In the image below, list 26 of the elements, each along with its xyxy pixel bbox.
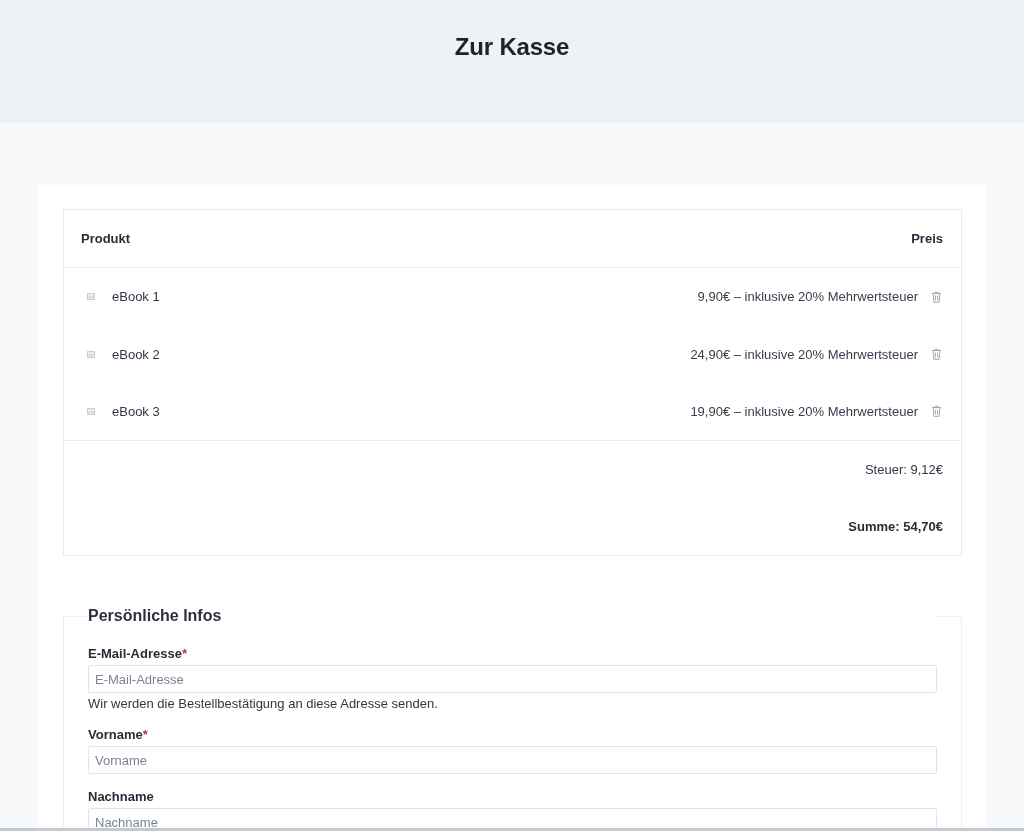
order-total: Summe: 54,70€ — [848, 519, 943, 535]
trash-icon[interactable] — [931, 348, 942, 361]
product-name: eBook 3 — [112, 403, 161, 419]
image-icon — [87, 407, 95, 415]
input-field[interactable]: Vorname — [88, 746, 937, 775]
page-title: Zur Kasse — [453, 33, 571, 61]
product-price: 9,90€ – inklusive 20% Mehrwertsteuer — [697, 289, 918, 305]
image-icon — [87, 293, 95, 301]
image-icon — [87, 350, 95, 358]
field-label: E-Mail-Adresse — [88, 646, 182, 663]
product-price: 24,90€ – inklusive 20% Mehrwertsteuer — [690, 346, 918, 362]
required-mark: * — [142, 727, 148, 744]
product-name: eBook 2 — [112, 346, 161, 362]
help-text: Wir werden die Bestellbestätigung an diese Adresse senden. — [88, 696, 439, 713]
column-header: Produkt — [81, 231, 131, 246]
input-field[interactable]: E-Mail-Adresse — [88, 665, 937, 694]
tax-amount: Steuer: 9,12€ — [864, 462, 943, 478]
section-title: Persönliche Infos — [88, 606, 223, 627]
trash-icon[interactable] — [931, 290, 942, 303]
required-mark: * — [181, 646, 187, 663]
field-label: Nachname — [88, 789, 154, 806]
trash-icon[interactable] — [931, 405, 942, 418]
field-label: Vorname — [88, 727, 143, 744]
product-name: eBook 1 — [112, 289, 161, 305]
product-price: 19,90€ – inklusive 20% Mehrwertsteuer — [690, 403, 918, 419]
column-header: Preis — [911, 231, 943, 246]
